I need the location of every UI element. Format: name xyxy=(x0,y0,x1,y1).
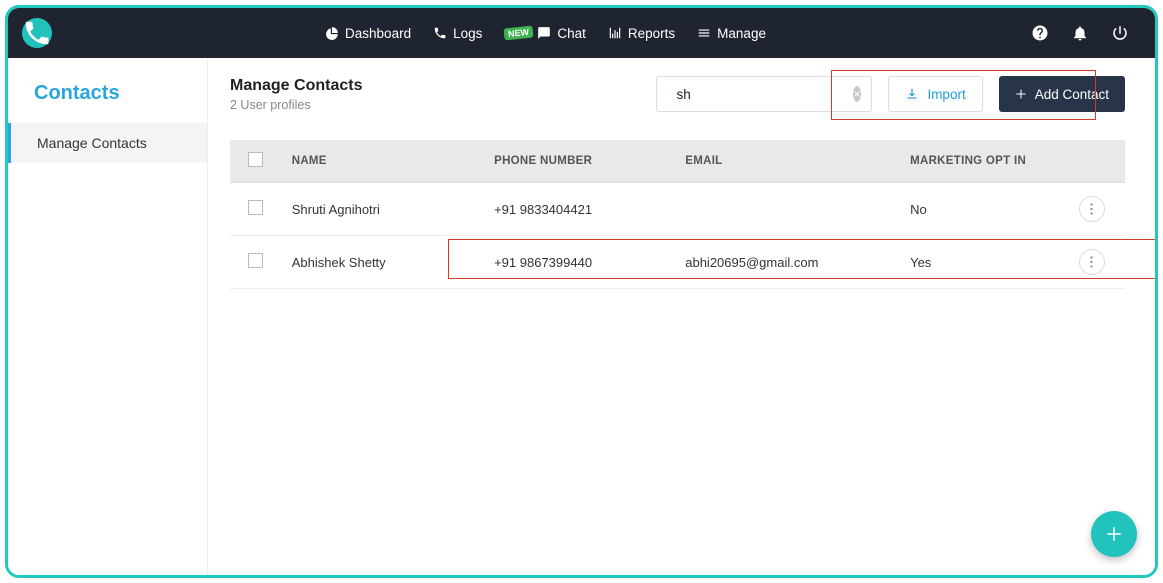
sidebar-item-label: Manage Contacts xyxy=(37,135,147,151)
cell-optin: No xyxy=(900,183,1069,236)
help-icon[interactable] xyxy=(1031,24,1049,42)
cell-phone: +91 9867399440 xyxy=(484,236,675,289)
main-panel: Manage Contacts 2 User profiles Import xyxy=(208,58,1155,575)
col-optin: MARKETING OPT IN xyxy=(900,140,1069,183)
table-row[interactable]: Shruti Agnihotri +91 9833404421 No xyxy=(230,183,1125,236)
close-icon xyxy=(853,90,861,98)
row-checkbox[interactable] xyxy=(248,200,263,215)
nav-dashboard-label: Dashboard xyxy=(345,26,411,41)
download-icon xyxy=(905,87,919,101)
nav-manage[interactable]: Manage xyxy=(697,26,766,41)
sidebar: Contacts Manage Contacts xyxy=(8,58,208,575)
nav-chat[interactable]: NEW Chat xyxy=(504,26,586,41)
power-icon[interactable] xyxy=(1111,24,1129,42)
pie-icon xyxy=(325,26,339,40)
add-contact-label: Add Contact xyxy=(1035,87,1109,102)
sidebar-item-manage-contacts[interactable]: Manage Contacts xyxy=(8,123,207,163)
menu-icon xyxy=(697,26,711,40)
import-button-label: Import xyxy=(927,87,965,102)
sidebar-title: Contacts xyxy=(8,72,207,123)
plus-icon xyxy=(1105,525,1123,543)
phone-icon xyxy=(22,18,52,48)
more-vertical-icon xyxy=(1090,203,1093,215)
search-icon xyxy=(667,87,668,101)
brand-logo[interactable] xyxy=(14,16,60,50)
new-badge: NEW xyxy=(504,26,534,41)
cell-phone: +91 9833404421 xyxy=(484,183,675,236)
barchart-icon xyxy=(608,26,622,40)
top-nav: Dashboard Logs NEW Chat Reports Manage xyxy=(8,8,1155,58)
search-box[interactable] xyxy=(656,76,872,112)
add-contact-button[interactable]: Add Contact xyxy=(999,76,1125,112)
plus-icon xyxy=(1015,88,1027,100)
bell-icon[interactable] xyxy=(1071,24,1089,42)
contacts-table: NAME PHONE NUMBER EMAIL MARKETING OPT IN… xyxy=(230,140,1125,289)
chat-icon xyxy=(537,26,551,40)
import-button[interactable]: Import xyxy=(888,76,982,112)
nav-manage-label: Manage xyxy=(717,26,766,41)
search-input[interactable] xyxy=(676,87,853,102)
nav-logs-label: Logs xyxy=(453,26,482,41)
page-subtitle: 2 User profiles xyxy=(230,98,362,112)
cell-email: abhi20695@gmail.com xyxy=(675,236,900,289)
cell-optin: Yes xyxy=(900,236,1069,289)
phone-small-icon xyxy=(433,26,447,40)
cell-name: Shruti Agnihotri xyxy=(282,183,484,236)
select-all-checkbox[interactable] xyxy=(248,152,263,167)
fab-add-button[interactable] xyxy=(1091,511,1137,557)
more-vertical-icon xyxy=(1090,256,1093,268)
nav-reports[interactable]: Reports xyxy=(608,26,675,41)
clear-search-button[interactable] xyxy=(853,86,861,102)
table-row[interactable]: Abhishek Shetty +91 9867399440 abhi20695… xyxy=(230,236,1125,289)
nav-dashboard[interactable]: Dashboard xyxy=(325,26,411,41)
row-actions-button[interactable] xyxy=(1079,196,1105,222)
nav-logs[interactable]: Logs xyxy=(433,26,482,41)
col-name: NAME xyxy=(282,140,484,183)
row-actions-button[interactable] xyxy=(1079,249,1105,275)
row-checkbox[interactable] xyxy=(248,253,263,268)
nav-reports-label: Reports xyxy=(628,26,675,41)
nav-chat-label: Chat xyxy=(557,26,586,41)
page-title: Manage Contacts xyxy=(230,77,362,95)
cell-email xyxy=(675,183,900,236)
col-phone: PHONE NUMBER xyxy=(484,140,675,183)
col-email: EMAIL xyxy=(675,140,900,183)
cell-name: Abhishek Shetty xyxy=(282,236,484,289)
